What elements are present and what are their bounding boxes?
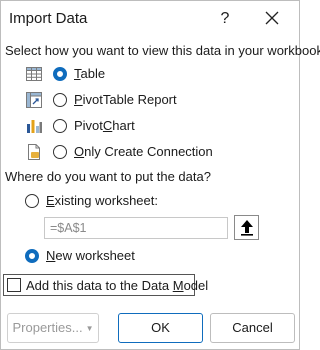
option-table[interactable]: Table — [25, 64, 205, 84]
radio-pivotchart[interactable] — [53, 119, 67, 133]
radio-new-worksheet[interactable] — [25, 249, 39, 263]
option-new-worksheet-label: New worksheet — [46, 248, 135, 263]
up-arrow-icon — [241, 220, 253, 236]
option-only-create-connection-label: Only Create Connection — [74, 144, 213, 159]
option-pivottable-report[interactable]: PivotTable Report — [25, 90, 225, 110]
ok-button[interactable]: OK — [118, 313, 203, 343]
table-icon — [26, 67, 42, 81]
help-button[interactable]: ? — [213, 7, 237, 31]
option-pivotchart[interactable]: PivotChart — [25, 116, 185, 136]
option-pivottable-report-label: PivotTable Report — [74, 92, 177, 107]
option-existing-worksheet[interactable]: Existing worksheet: — [25, 191, 205, 211]
properties-button[interactable]: Properties... ▼ — [7, 313, 99, 343]
option-new-worksheet[interactable]: New worksheet — [25, 246, 185, 266]
add-to-data-model-label: Add this data to the Data Model — [26, 278, 209, 293]
dialog-title: Import Data — [9, 10, 88, 27]
radio-existing-worksheet[interactable] — [25, 194, 39, 208]
location-prompt: Where do you want to put the data? — [5, 169, 211, 184]
pivot-table-icon — [26, 92, 42, 108]
radio-pivottable-report[interactable] — [53, 93, 67, 107]
option-only-create-connection[interactable]: Only Create Connection — [25, 142, 245, 162]
add-to-data-model-option[interactable]: Add this data to the Data Model — [3, 274, 208, 296]
title-bar: Import Data ? — [1, 1, 299, 37]
radio-table[interactable] — [53, 67, 67, 81]
option-pivotchart-label: PivotChart — [74, 118, 135, 133]
properties-button-label: Properties... — [12, 320, 83, 335]
collapse-dialog-button[interactable] — [234, 215, 259, 240]
dropdown-caret-icon: ▼ — [85, 324, 94, 333]
cell-reference-input[interactable]: =$A$1 — [44, 217, 228, 239]
pivot-chart-icon — [27, 120, 42, 133]
add-to-data-model-checkbox[interactable] — [7, 278, 21, 292]
connection-icon — [28, 144, 40, 160]
cell-reference-value: =$A$1 — [50, 221, 87, 235]
option-table-label: Table — [74, 66, 106, 81]
view-prompt: Select how you want to view this data in… — [5, 43, 320, 58]
cancel-button[interactable]: Cancel — [210, 313, 295, 343]
close-icon — [265, 11, 279, 25]
option-existing-worksheet-label: Existing worksheet: — [46, 193, 158, 208]
import-data-dialog: Import Data ? Select how you want to vie… — [0, 0, 320, 350]
close-button[interactable] — [259, 7, 285, 31]
radio-only-create-connection[interactable] — [53, 145, 67, 159]
